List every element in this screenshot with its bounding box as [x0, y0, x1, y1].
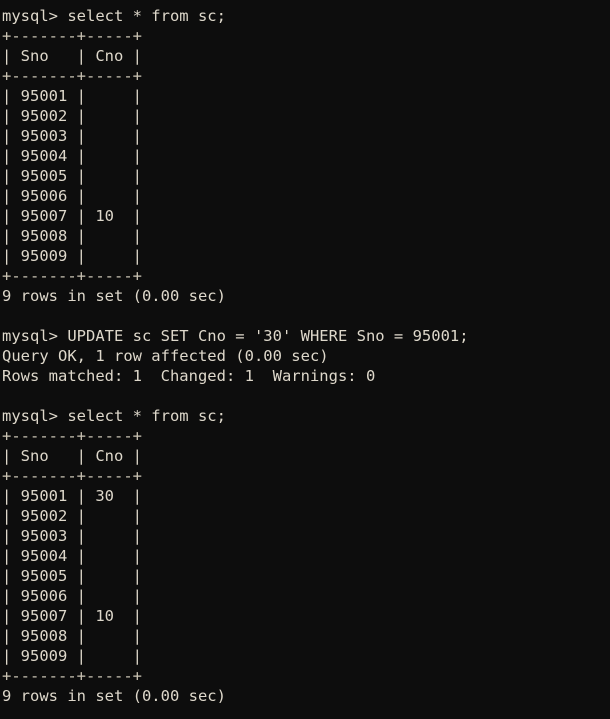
terminal-line-row: | 95002 | | — [2, 107, 142, 125]
terminal-line-row: | 95001 | 30 | — [2, 487, 142, 505]
terminal-line-rule: +-------+-----+ — [2, 267, 142, 285]
terminal-line-prompt: mysql> select * from sc; — [2, 407, 226, 425]
terminal-line-rule: +-------+-----+ — [2, 67, 142, 85]
terminal-line-header: | Sno | Cno | — [2, 447, 142, 465]
terminal-line-row: | 95002 | | — [2, 507, 142, 525]
terminal-line-row: | 95006 | | — [2, 187, 142, 205]
terminal-output: mysql> select * from sc; +-------+-----+ |… — [0, 6, 610, 706]
terminal-line-row: | 95005 | | — [2, 167, 142, 185]
terminal-line-row: | 95009 | | — [2, 647, 142, 665]
terminal-line-row: | 95008 | | — [2, 227, 142, 245]
terminal-line-status: Rows matched: 1 Changed: 1 Warnings: 0 — [2, 367, 376, 385]
terminal-line-status: 9 rows in set (0.00 sec) — [2, 287, 226, 305]
terminal-line-row: | 95006 | | — [2, 587, 142, 605]
terminal-line-prompt: mysql> select * from sc; — [2, 7, 226, 25]
terminal-window[interactable]: mysql> select * from sc; +-------+-----+ |… — [0, 0, 610, 719]
terminal-line-rule: +-------+-----+ — [2, 27, 142, 45]
terminal-line-rule: +-------+-----+ — [2, 467, 142, 485]
terminal-line-rule: +-------+-----+ — [2, 667, 142, 685]
terminal-line-row: | 95001 | | — [2, 87, 142, 105]
terminal-line-row: | 95005 | | — [2, 567, 142, 585]
terminal-line-header: | Sno | Cno | — [2, 47, 142, 65]
terminal-line-row: | 95003 | | — [2, 127, 142, 145]
terminal-line-row: | 95007 | 10 | — [2, 207, 142, 225]
terminal-line-row: | 95003 | | — [2, 527, 142, 545]
terminal-line-row: | 95004 | | — [2, 547, 142, 565]
terminal-line-row: | 95009 | | — [2, 247, 142, 265]
terminal-line-prompt: mysql> UPDATE sc SET Cno = '30' WHERE Sn… — [2, 327, 469, 345]
terminal-line-row: | 95008 | | — [2, 627, 142, 645]
terminal-line-row: | 95004 | | — [2, 147, 142, 165]
terminal-line-status: Query OK, 1 row affected (0.00 sec) — [2, 347, 329, 365]
terminal-line-row: | 95007 | 10 | — [2, 607, 142, 625]
terminal-line-status: 9 rows in set (0.00 sec) — [2, 687, 226, 705]
terminal-line-rule: +-------+-----+ — [2, 427, 142, 445]
